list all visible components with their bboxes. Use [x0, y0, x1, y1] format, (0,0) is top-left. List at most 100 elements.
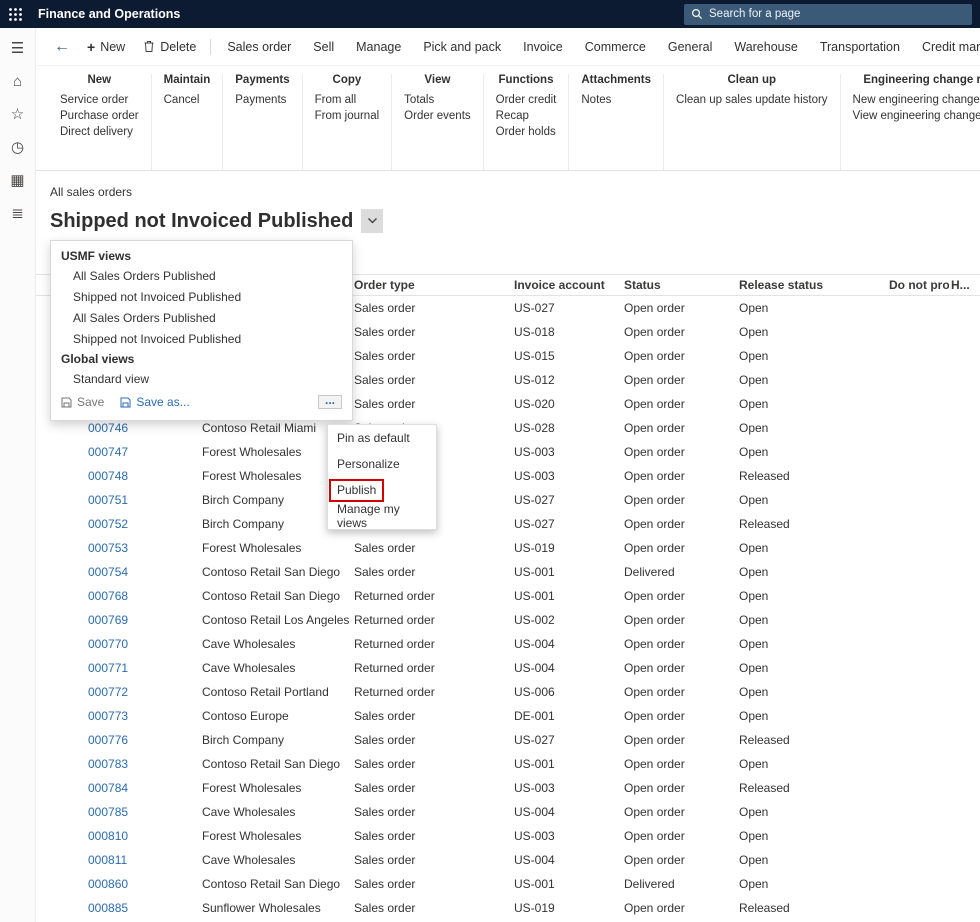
sales-order-link[interactable]: 000772 [88, 685, 128, 699]
action-pane-tab[interactable]: Pick and pack [412, 28, 512, 65]
table-row[interactable]: 000768 Contoso Retail San Diego Returned… [36, 584, 980, 608]
table-row[interactable]: 000747 Forest Wholesales US-003 Open ord… [36, 440, 980, 464]
view-option[interactable]: Shipped not Invoiced Published [51, 286, 352, 307]
ribbon-command[interactable]: New engineering change request [853, 92, 980, 108]
ribbon-command[interactable]: Service order [60, 92, 128, 108]
column-header-status[interactable]: Status [622, 278, 737, 292]
new-button[interactable]: + New [78, 28, 134, 65]
action-pane-tab[interactable]: Transportation [809, 28, 911, 65]
sales-order-link[interactable]: 000747 [88, 445, 128, 459]
sales-order-link[interactable]: 000770 [88, 637, 128, 651]
menu-item[interactable]: Publish [328, 477, 436, 503]
delete-button[interactable]: Delete [134, 28, 205, 65]
view-selector-button[interactable] [361, 209, 383, 233]
table-row[interactable]: 000748 Forest Wholesales US-003 Open ord… [36, 464, 980, 488]
save-view-as-button[interactable]: Save as... [120, 395, 189, 409]
view-more-options-button[interactable]: ... [318, 395, 342, 409]
action-pane-tab[interactable]: Sell [302, 28, 345, 65]
column-header-do-not-process[interactable]: Do not pro... [887, 278, 949, 292]
action-pane-tab[interactable]: Credit management [911, 28, 980, 65]
table-row[interactable]: 000752 Birch Company US-027 Open order R… [36, 512, 980, 536]
column-header-invoice-account[interactable]: Invoice account [512, 278, 622, 292]
action-pane-tab[interactable]: Warehouse [723, 28, 808, 65]
table-row[interactable]: 000771 Cave Wholesales Returned order US… [36, 656, 980, 680]
sales-order-link[interactable]: 000748 [88, 469, 128, 483]
table-row[interactable]: 000776 Birch Company Sales order US-027 … [36, 728, 980, 752]
table-row[interactable]: 000785 Cave Wholesales Sales order US-00… [36, 800, 980, 824]
sales-order-link[interactable]: 000776 [88, 733, 128, 747]
menu-item[interactable]: Personalize [328, 451, 436, 477]
ribbon-command[interactable]: From journal [315, 108, 380, 124]
sales-order-link[interactable]: 000753 [88, 541, 128, 555]
action-pane-tab[interactable]: Invoice [512, 28, 574, 65]
table-row[interactable]: 000753 Forest Wholesales Sales order US-… [36, 536, 980, 560]
menu-item[interactable]: Manage my views [328, 503, 436, 529]
view-option[interactable]: Standard view [51, 368, 352, 389]
search-input[interactable] [709, 8, 965, 20]
sales-order-link[interactable]: 000769 [88, 613, 128, 627]
sales-order-link[interactable]: 000811 [88, 853, 127, 867]
ribbon-command[interactable]: Clean up sales update history [676, 92, 828, 108]
nav-icon[interactable]: ▦ [5, 168, 31, 192]
page-search-box[interactable] [684, 4, 972, 25]
ribbon-command[interactable]: View engineering change requests [853, 108, 980, 124]
ribbon-command[interactable]: Cancel [164, 92, 200, 108]
table-row[interactable]: 000860 Contoso Retail San Diego Sales or… [36, 872, 980, 896]
table-row[interactable]: 000783 Contoso Retail San Diego Sales or… [36, 752, 980, 776]
sales-order-link[interactable]: 000746 [88, 421, 128, 435]
ribbon-command[interactable]: Order events [404, 108, 470, 124]
ribbon-command[interactable]: Recap [496, 108, 529, 124]
nav-icon[interactable]: ◷ [5, 135, 31, 159]
sales-order-link[interactable]: 000768 [88, 589, 128, 603]
app-launcher-icon[interactable] [0, 0, 30, 28]
view-option[interactable]: All Sales Orders Published [51, 265, 352, 286]
ribbon-command[interactable]: Payments [235, 92, 286, 108]
sales-order-link[interactable]: 000810 [88, 829, 128, 843]
save-view-button[interactable]: Save [61, 395, 104, 409]
table-row[interactable]: 000770 Cave Wholesales Returned order US… [36, 632, 980, 656]
action-pane-tab[interactable]: Manage [345, 28, 412, 65]
ribbon-command[interactable]: From all [315, 92, 357, 108]
sales-order-link[interactable]: 000773 [88, 709, 128, 723]
action-pane-tab[interactable]: General [657, 28, 723, 65]
action-pane-tab[interactable]: Sales order [216, 28, 302, 65]
nav-icon[interactable]: ≣ [5, 201, 31, 225]
ribbon-command[interactable]: Purchase order [60, 108, 139, 124]
table-row[interactable]: 000751 Birch Company US-027 Open order O… [36, 488, 980, 512]
column-header-hold[interactable]: H... [949, 278, 980, 292]
view-option[interactable]: All Sales Orders Published [51, 307, 352, 328]
ribbon-command[interactable]: Order credit [496, 92, 557, 108]
ribbon-command[interactable]: Totals [404, 92, 434, 108]
table-row[interactable]: 000784 Forest Wholesales Sales order US-… [36, 776, 980, 800]
ribbon-command[interactable]: Direct delivery [60, 124, 133, 140]
back-button[interactable]: ← [46, 38, 78, 56]
sales-order-link[interactable]: 000754 [88, 565, 128, 579]
sales-order-link[interactable]: 000783 [88, 757, 128, 771]
sales-order-link[interactable]: 000885 [88, 901, 128, 915]
action-pane-tab[interactable]: Commerce [574, 28, 657, 65]
ribbon-command[interactable]: Order holds [496, 124, 556, 140]
table-row[interactable]: 000810 Forest Wholesales Sales order US-… [36, 824, 980, 848]
table-row[interactable]: 000769 Contoso Retail Los Angeles Return… [36, 608, 980, 632]
table-row[interactable]: 000772 Contoso Retail Portland Returned … [36, 680, 980, 704]
menu-item[interactable]: Pin as default [328, 425, 436, 451]
nav-icon[interactable]: ☆ [5, 102, 31, 126]
column-header-order-type[interactable]: Order type [352, 278, 512, 292]
invoice-account-cell: US-027 [512, 301, 622, 315]
sales-order-link[interactable]: 000751 [88, 493, 128, 507]
sales-order-link[interactable]: 000785 [88, 805, 128, 819]
sales-order-link[interactable]: 000860 [88, 877, 128, 891]
table-row[interactable]: 000754 Contoso Retail San Diego Sales or… [36, 560, 980, 584]
nav-icon[interactable]: ☰ [5, 36, 31, 60]
ribbon-command[interactable]: Notes [581, 92, 611, 108]
sales-order-link[interactable]: 000771 [88, 661, 128, 675]
table-row[interactable]: 000885 Sunflower Wholesales Sales order … [36, 896, 980, 920]
table-row[interactable]: 000773 Contoso Europe Sales order DE-001… [36, 704, 980, 728]
table-row[interactable]: 000811 Cave Wholesales Sales order US-00… [36, 848, 980, 872]
nav-icon[interactable]: ⌂ [5, 69, 31, 93]
sales-order-link[interactable]: 000752 [88, 517, 128, 531]
column-header-release-status[interactable]: Release status [737, 278, 887, 292]
view-option[interactable]: Shipped not Invoiced Published [51, 328, 352, 349]
sales-order-link[interactable]: 000784 [88, 781, 128, 795]
invoice-account-cell: US-019 [512, 541, 622, 555]
